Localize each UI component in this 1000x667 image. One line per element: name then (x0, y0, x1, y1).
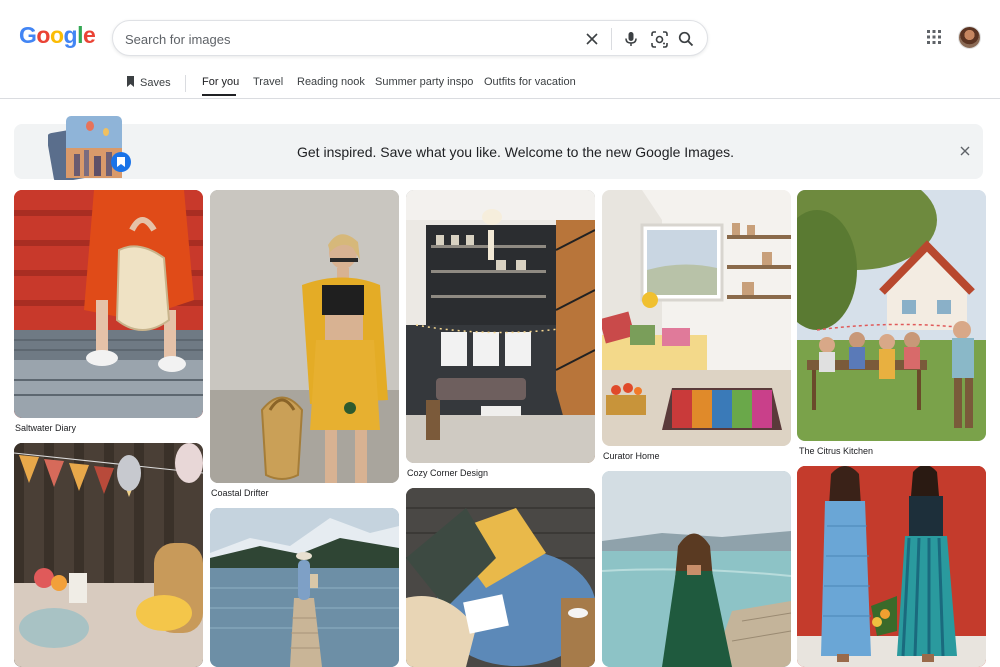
saves-link[interactable]: Saves (126, 76, 171, 89)
logo-letter: g (63, 22, 78, 48)
tile-caption[interactable]: Saltwater Diary (15, 423, 76, 433)
search-box (112, 20, 708, 56)
image-tile[interactable] (797, 466, 986, 667)
image-tile[interactable] (406, 488, 595, 667)
bookmark-icon (127, 76, 134, 87)
tab-travel[interactable]: Travel (253, 76, 283, 88)
search-icon[interactable] (676, 29, 696, 49)
header: Google (0, 0, 1000, 72)
image-tile[interactable] (602, 190, 791, 446)
image-tile[interactable] (406, 190, 595, 463)
tab-summer-party-inspo[interactable]: Summer party inspo (375, 76, 473, 88)
apps-icon[interactable] (924, 27, 944, 47)
image-tile[interactable] (14, 443, 203, 667)
banner-text: Get inspired. Save what you like. Welcom… (297, 144, 735, 160)
image-tile[interactable] (210, 190, 399, 483)
image-tile[interactable] (210, 508, 399, 667)
avatar[interactable] (958, 26, 981, 49)
tab-outfits-for-vacation[interactable]: Outfits for vacation (484, 76, 576, 88)
logo-letter: o (36, 22, 50, 48)
saves-label: Saves (140, 77, 171, 89)
mic-icon[interactable] (621, 29, 641, 49)
clear-icon[interactable] (582, 29, 602, 49)
logo-letter: G (19, 22, 37, 48)
search-input[interactable] (125, 29, 565, 49)
nav-divider (185, 75, 186, 92)
search-divider (611, 28, 612, 50)
tile-caption[interactable]: Curator Home (603, 451, 660, 461)
tile-caption[interactable]: The Citrus Kitchen (799, 446, 873, 456)
image-tile[interactable] (14, 190, 203, 418)
active-tab-indicator (202, 94, 236, 96)
image-tile[interactable] (797, 190, 986, 441)
lens-icon[interactable] (649, 29, 669, 49)
filter-nav: Saves For you Travel Reading nook Summer… (0, 72, 1000, 99)
tab-for-you[interactable]: For you (202, 76, 239, 88)
tab-reading-nook[interactable]: Reading nook (297, 76, 365, 88)
welcome-banner: Get inspired. Save what you like. Welcom… (14, 116, 983, 180)
image-tile[interactable] (602, 471, 791, 667)
google-logo[interactable]: Google (19, 22, 96, 49)
logo-letter: o (49, 22, 64, 48)
close-icon[interactable] (958, 144, 972, 158)
tile-caption[interactable]: Cozy Corner Design (407, 468, 488, 478)
banner-illustration (48, 116, 131, 180)
tile-caption[interactable]: Coastal Drifter (211, 488, 269, 498)
logo-letter: e (82, 22, 96, 48)
